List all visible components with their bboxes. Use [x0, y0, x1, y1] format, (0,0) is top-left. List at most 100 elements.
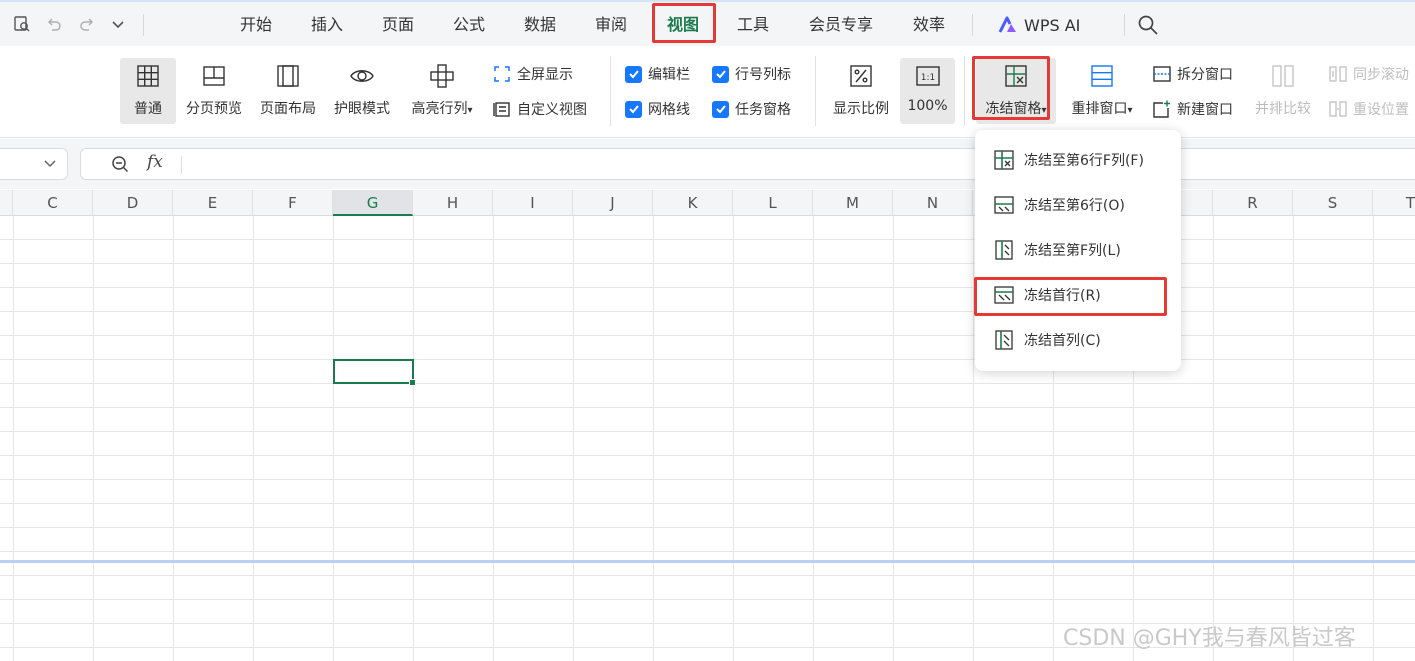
custom-view-icon	[493, 102, 510, 117]
column-header-selected[interactable]: G	[333, 190, 413, 216]
sync-scroll-icon	[1329, 66, 1347, 82]
split-window-button[interactable]: 拆分窗口	[1153, 63, 1233, 85]
column-header-partial[interactable]	[0, 190, 13, 216]
column-header[interactable]: C	[13, 190, 93, 216]
column-header[interactable]: S	[1293, 190, 1373, 216]
checkbox-checked-icon	[712, 100, 729, 118]
tab-member[interactable]: 会员专享	[809, 12, 873, 38]
arrange-windows-button[interactable]: 重排窗口▾	[1064, 58, 1140, 124]
column-header[interactable]: E	[173, 190, 253, 216]
menu-bar: 开始 插入 页面 公式 数据 审阅 视图 工具 会员专享 效率 WPS AI	[0, 0, 1415, 46]
divider	[610, 56, 611, 126]
tab-page[interactable]: 页面	[382, 12, 414, 38]
freeze-panes-menu: 冻结至第6行F列(F) 冻结至第6行(O) 冻结至第F列(L) 冻结首行(R) …	[975, 130, 1181, 371]
fx-icon[interactable]: fx	[147, 152, 163, 172]
freeze-row-icon	[994, 196, 1014, 214]
chevron-down-icon[interactable]	[108, 14, 128, 34]
column-header[interactable]: I	[493, 190, 573, 216]
sync-scroll-button[interactable]: 同步滚动	[1329, 63, 1409, 85]
normal-view-button[interactable]: 普通	[120, 58, 176, 124]
column-header[interactable]: F	[253, 190, 333, 216]
row-col-headers-checkbox[interactable]: 行号列标	[712, 63, 791, 85]
reset-position-button[interactable]: 重设位置	[1329, 98, 1409, 120]
print-preview-icon[interactable]	[12, 14, 32, 34]
menu-item-label: 冻结至第6行F列(F)	[1024, 153, 1144, 169]
column-headers: C D E F G H I J K L M N O P Q R S T	[0, 190, 1415, 216]
reset-position-icon	[1329, 101, 1347, 117]
divider	[972, 14, 973, 36]
tab-view[interactable]: 视图	[667, 12, 699, 38]
divider	[181, 156, 182, 174]
menu-item-freeze-to-col[interactable]: 冻结至第F列(L)	[975, 230, 1181, 270]
split-window-icon	[1153, 66, 1171, 82]
new-window-button[interactable]: 新建窗口	[1153, 98, 1233, 120]
column-header[interactable]: H	[413, 190, 493, 216]
wps-ai-label: WPS AI	[1024, 15, 1081, 35]
divider	[964, 56, 965, 126]
column-header[interactable]: D	[93, 190, 173, 216]
divider	[815, 56, 816, 126]
tab-data[interactable]: 数据	[524, 12, 556, 38]
new-window-icon	[1153, 100, 1170, 118]
column-header[interactable]: N	[893, 190, 973, 216]
tab-efficiency[interactable]: 效率	[913, 12, 945, 38]
column-header[interactable]: M	[813, 190, 893, 216]
chevron-down-icon[interactable]	[43, 156, 57, 170]
page-break-icon	[200, 62, 228, 90]
fullscreen-icon	[494, 66, 510, 82]
menu-item-freeze-row-col[interactable]: 冻结至第6行F列(F)	[975, 140, 1181, 180]
menu-item-label: 冻结至第6行(O)	[1024, 198, 1125, 214]
side-by-side-button[interactable]: 并排比较	[1250, 58, 1316, 124]
gridlines-label: 网格线	[648, 102, 690, 118]
freeze-panes-button[interactable]: 冻结窗格▾	[976, 58, 1056, 124]
menu-item-label: 冻结首列(C)	[1024, 333, 1101, 349]
fullscreen-button[interactable]: 全屏显示	[493, 63, 573, 85]
formula-bar-checkbox[interactable]: 编辑栏	[625, 63, 690, 85]
formula-input[interactable]: fx	[80, 148, 1415, 180]
task-pane-checkbox[interactable]: 任务窗格	[712, 98, 791, 120]
watermark: CSDN @GHY我与春风皆过客	[1063, 626, 1356, 651]
wps-ai-icon	[998, 16, 1016, 33]
tab-formula[interactable]: 公式	[453, 12, 485, 38]
column-header[interactable]: T	[1373, 190, 1415, 216]
eye-protection-button[interactable]: 护眼模式	[330, 58, 394, 124]
cell-grid[interactable]	[0, 216, 1415, 661]
side-by-side-icon	[1269, 62, 1297, 90]
tab-review[interactable]: 审阅	[595, 12, 627, 38]
tab-insert[interactable]: 插入	[311, 12, 343, 38]
column-header[interactable]: L	[733, 190, 813, 216]
wps-ai-button[interactable]: WPS AI	[998, 12, 1080, 38]
divider	[1124, 14, 1125, 36]
custom-view-button[interactable]: 自定义视图	[493, 98, 587, 120]
menu-item-freeze-to-row[interactable]: 冻结至第6行(O)	[975, 185, 1181, 225]
svg-text:1:1: 1:1	[920, 73, 934, 83]
tab-home[interactable]: 开始	[240, 12, 272, 38]
freeze-first-row-icon	[994, 286, 1014, 304]
page-break-preview-label: 分页预览	[186, 101, 242, 117]
page-layout-button[interactable]: 页面布局	[256, 58, 320, 124]
highlight-row-col-label: 高亮行列▾	[411, 101, 473, 117]
redo-icon[interactable]	[77, 14, 97, 34]
zoom-out-icon[interactable]	[111, 155, 129, 173]
pane-split-line[interactable]	[0, 560, 1415, 563]
column-header[interactable]: K	[653, 190, 733, 216]
highlight-row-col-button[interactable]: 高亮行列▾	[404, 58, 480, 124]
reset-position-label: 重设位置	[1353, 102, 1409, 118]
zoom-100-button[interactable]: 1:1 100%	[900, 58, 955, 124]
eye-protection-label: 护眼模式	[334, 101, 390, 117]
formula-bar-area: fx	[0, 139, 1415, 189]
zoom-button[interactable]: 显示比例	[828, 58, 894, 124]
search-icon[interactable]	[1137, 14, 1159, 36]
arrange-windows-label: 重排窗口▾	[1071, 101, 1133, 117]
undo-icon[interactable]	[44, 14, 64, 34]
column-header[interactable]: J	[573, 190, 653, 216]
freeze-row-col-icon	[994, 150, 1014, 170]
column-header[interactable]: R	[1213, 190, 1293, 216]
page-break-preview-button[interactable]: 分页预览	[182, 58, 246, 124]
name-box[interactable]	[0, 148, 68, 180]
active-cell[interactable]	[333, 359, 416, 386]
tab-tools[interactable]: 工具	[737, 12, 769, 38]
menu-item-freeze-first-row[interactable]: 冻结首行(R)	[975, 275, 1181, 315]
gridlines-checkbox[interactable]: 网格线	[625, 98, 690, 120]
menu-item-freeze-first-col[interactable]: 冻结首列(C)	[975, 320, 1181, 360]
